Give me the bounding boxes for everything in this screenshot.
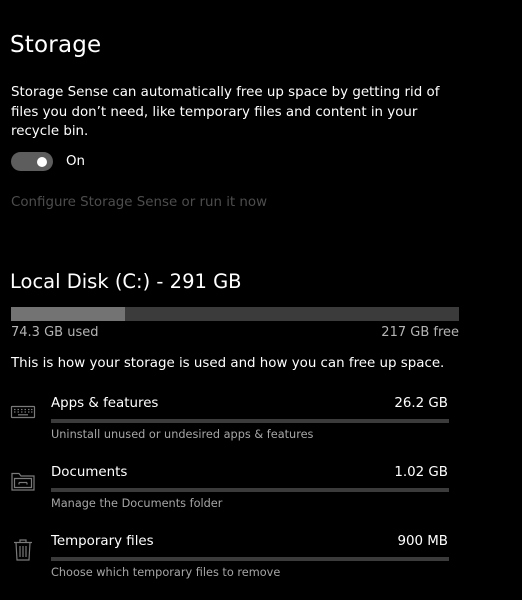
category-name: Documents [51, 465, 128, 480]
page-title: Storage [10, 32, 102, 58]
category-size: 900 MB [397, 534, 448, 549]
folder-icon [10, 467, 36, 493]
disk-usage-bar[interactable] [11, 307, 459, 321]
category-usage-bar [51, 419, 449, 423]
category-name: Temporary files [51, 534, 154, 549]
keyboard-icon [10, 398, 36, 424]
toggle-knob [37, 156, 47, 167]
configure-storage-sense-link[interactable]: Configure Storage Sense or run it now [11, 193, 267, 212]
category-documents[interactable]: Documents 1.02 GB Manage the Documents f… [0, 463, 522, 523]
category-usage-bar [51, 557, 449, 561]
category-temporary-files[interactable]: Temporary files 900 MB Choose which temp… [0, 532, 522, 592]
category-size: 1.02 GB [394, 465, 448, 480]
disk-usage-bar-fill [11, 307, 126, 321]
category-apps-features[interactable]: Apps & features 26.2 GB Uninstall unused… [0, 394, 522, 454]
storage-sense-toggle[interactable] [11, 152, 53, 171]
category-usage-bar [51, 488, 449, 492]
disk-free-label: 217 GB free [381, 325, 459, 340]
storage-sense-toggle-label: On [66, 154, 86, 169]
category-subtitle: Manage the Documents folder [51, 497, 223, 510]
trash-icon [10, 536, 36, 562]
category-subtitle: Choose which temporary files to remove [51, 566, 281, 579]
usage-description: This is how your storage is used and how… [11, 356, 445, 371]
storage-sense-description: Storage Sense can automatically free up … [11, 85, 440, 139]
disk-used-label: 74.3 GB used [11, 325, 99, 340]
disk-title: Local Disk (C:) - 291 GB [10, 270, 242, 293]
category-name: Apps & features [51, 396, 159, 411]
category-size: 26.2 GB [394, 396, 448, 411]
category-subtitle: Uninstall unused or undesired apps & fea… [51, 428, 314, 441]
